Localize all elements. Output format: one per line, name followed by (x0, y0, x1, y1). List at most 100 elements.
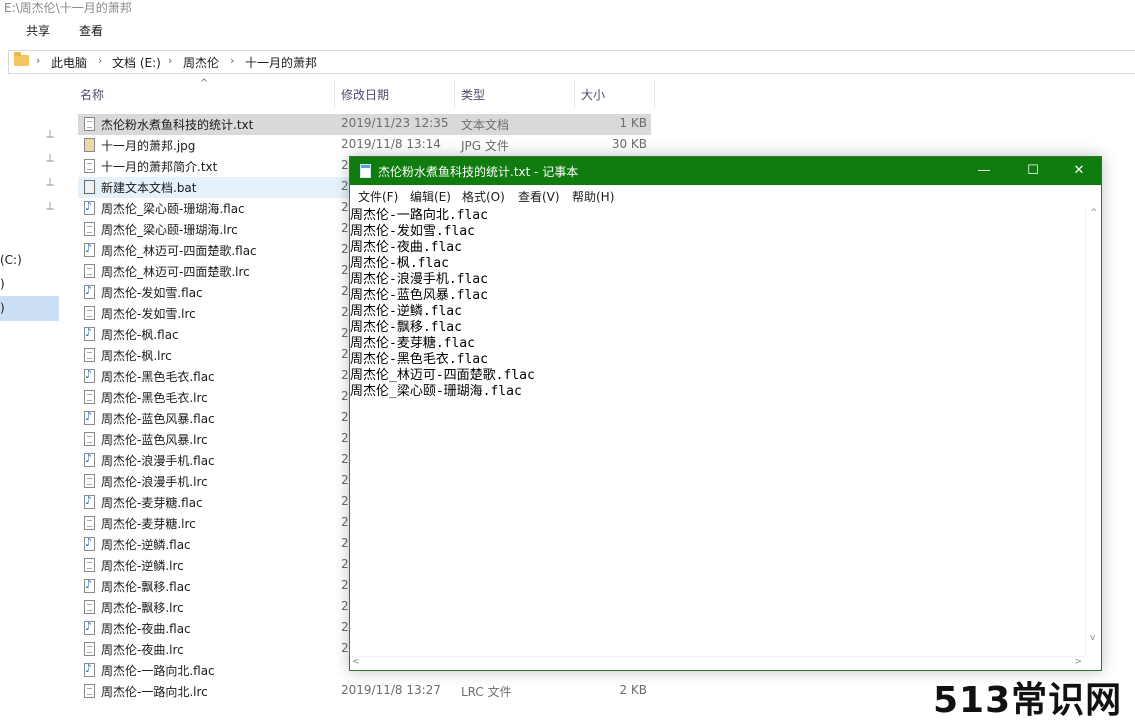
file-date: 2 (341, 221, 349, 235)
vertical-scrollbar[interactable]: ^ v (1085, 206, 1101, 657)
file-name: 十一月的萧邦.jpg (101, 139, 196, 153)
file-date: 2 (341, 158, 349, 172)
pin-icon[interactable]: ⟂ (44, 200, 56, 212)
file-date: 2 (341, 620, 349, 634)
file-name: 周杰伦-夜曲.lrc (101, 643, 184, 657)
chevron-right-icon: › (168, 54, 173, 67)
file-date: 2 (341, 200, 349, 214)
file-name: 周杰伦_林迈可-四面楚歌.flac (101, 244, 257, 258)
ribbon-tab-share[interactable]: 共享 (26, 22, 50, 40)
file-name: 杰伦粉水煮鱼科技的统计.txt (101, 118, 254, 132)
text-file-icon (84, 264, 95, 278)
column-divider[interactable] (454, 80, 455, 108)
text-file-icon (84, 558, 95, 572)
column-header-name[interactable]: 名称 (80, 84, 104, 108)
text-line: 周杰伦-浪漫手机.flac (350, 272, 488, 287)
column-header-size[interactable]: 大小 (581, 84, 605, 108)
audio-file-icon (84, 284, 95, 299)
text-file-icon (84, 642, 95, 656)
file-date: 2 (341, 347, 349, 361)
file-date: 2 (341, 494, 349, 508)
file-name: 周杰伦-飘移.flac (101, 580, 191, 594)
notepad-title-bar[interactable]: 杰伦粉水煮鱼科技的统计.txt - 记事本 — ☐ ✕ (350, 157, 1101, 185)
audio-file-icon (84, 410, 95, 425)
file-date: 2 (341, 242, 349, 256)
nav-item-selected[interactable]: ) (0, 301, 5, 315)
file-date: 2 (341, 389, 349, 403)
scroll-right-icon[interactable]: > (1074, 657, 1082, 667)
chevron-right-icon: › (230, 54, 235, 67)
file-row[interactable]: 杰伦粉水煮鱼科技的统计.txt 2019/11/23 12:35 文本文档 1 KB (78, 114, 651, 135)
file-name: 周杰伦-夜曲.flac (101, 622, 191, 636)
text-file-icon (84, 684, 95, 698)
breadcrumb-this-pc[interactable]: 此电脑 (51, 54, 87, 71)
file-row[interactable]: 周杰伦-一路向北.lrc 2019/11/8 13:27 LRC 文件 2 KB (78, 681, 651, 702)
pin-icon[interactable]: ⟂ (44, 128, 56, 140)
folder-icon (14, 52, 29, 66)
ribbon-tab-view[interactable]: 查看 (79, 22, 103, 40)
file-date: 2 (341, 263, 349, 277)
breadcrumb-jay-chou[interactable]: 周杰伦 (183, 54, 219, 71)
nav-item[interactable]: ) (0, 277, 5, 291)
horizontal-scrollbar[interactable]: < > (350, 656, 1086, 670)
text-file-icon (84, 117, 95, 131)
text-line: 周杰伦-飘移.flac (350, 320, 462, 335)
column-header-type[interactable]: 类型 (461, 84, 485, 108)
scroll-left-icon[interactable]: < (352, 657, 360, 667)
text-line: 周杰伦_林迈可-四面楚歌.flac (350, 368, 535, 383)
column-header-date[interactable]: 修改日期 (341, 84, 389, 108)
text-file-icon (84, 348, 95, 362)
notepad-window: 杰伦粉水煮鱼科技的统计.txt - 记事本 — ☐ ✕ 文件(F) 编辑(E) … (349, 156, 1102, 671)
text-file-icon (84, 474, 95, 488)
file-type: LRC 文件 (461, 685, 512, 699)
watermark: 513常识网 (933, 680, 1123, 721)
menu-help[interactable]: 帮助(H) (572, 188, 614, 205)
text-file-icon (84, 516, 95, 530)
scroll-down-icon[interactable]: v (1090, 633, 1095, 643)
text-file-icon (84, 432, 95, 446)
column-divider[interactable] (654, 80, 655, 108)
audio-file-icon (84, 662, 95, 677)
audio-file-icon (84, 452, 95, 467)
file-date: 2 (341, 368, 349, 382)
file-row[interactable]: 十一月的萧邦.jpg 2019/11/8 13:14 JPG 文件 30 KB (78, 135, 651, 156)
maximize-icon[interactable]: ☐ (1010, 157, 1056, 185)
notepad-icon (360, 164, 371, 178)
text-file-icon (84, 390, 95, 404)
minimize-icon[interactable]: — (961, 157, 1007, 185)
notepad-menu-bar: 文件(F) 编辑(E) 格式(O) 查看(V) 帮助(H) (350, 185, 1101, 206)
text-line: 周杰伦-一路向北.flac (350, 208, 488, 223)
file-name: 周杰伦_林迈可-四面楚歌.lrc (101, 265, 250, 279)
text-file-icon (84, 600, 95, 614)
text-line: 周杰伦_梁心颐-珊瑚海.flac (350, 384, 522, 399)
breadcrumb-album[interactable]: 十一月的萧邦 (245, 54, 317, 71)
menu-edit[interactable]: 编辑(E) (410, 188, 451, 205)
chevron-right-icon: › (36, 54, 41, 67)
close-icon[interactable]: ✕ (1056, 157, 1102, 185)
menu-format[interactable]: 格式(O) (462, 188, 505, 205)
file-name: 周杰伦_梁心颐-珊瑚海.flac (101, 202, 245, 216)
file-name: 周杰伦-逆鳞.lrc (101, 559, 184, 573)
ribbon: 共享 查看 (0, 18, 1135, 44)
text-file-icon (84, 306, 95, 320)
pin-icon[interactable]: ⟂ (44, 152, 56, 164)
file-name: 周杰伦-飘移.lrc (101, 601, 184, 615)
pin-icon[interactable]: ⟂ (44, 176, 56, 188)
chevron-right-icon: › (98, 54, 103, 67)
breadcrumb-drive-e[interactable]: 文档 (E:) (112, 54, 161, 71)
column-divider[interactable] (334, 80, 335, 108)
nav-item-drive-c[interactable]: (C:) (0, 253, 22, 267)
column-divider[interactable] (574, 80, 575, 108)
menu-file[interactable]: 文件(F) (358, 188, 398, 205)
notepad-text-area[interactable]: 周杰伦-一路向北.flac 周杰伦-发如雪.flac 周杰伦-夜曲.flac 周杰伦-… (350, 206, 1086, 657)
file-name: 十一月的萧邦简介.txt (101, 160, 218, 174)
address-bar[interactable]: › 此电脑 › 文档 (E:) › 周杰伦 › 十一月的萧邦 (8, 50, 1135, 74)
file-name: 周杰伦-麦芽糖.flac (101, 496, 203, 510)
menu-view[interactable]: 查看(V) (518, 188, 560, 205)
file-date: 2 (341, 179, 349, 193)
audio-file-icon (84, 578, 95, 593)
audio-file-icon (84, 326, 95, 341)
file-date: 2 (341, 326, 349, 340)
scroll-up-icon[interactable]: ^ (1090, 208, 1098, 218)
image-file-icon (84, 138, 95, 152)
